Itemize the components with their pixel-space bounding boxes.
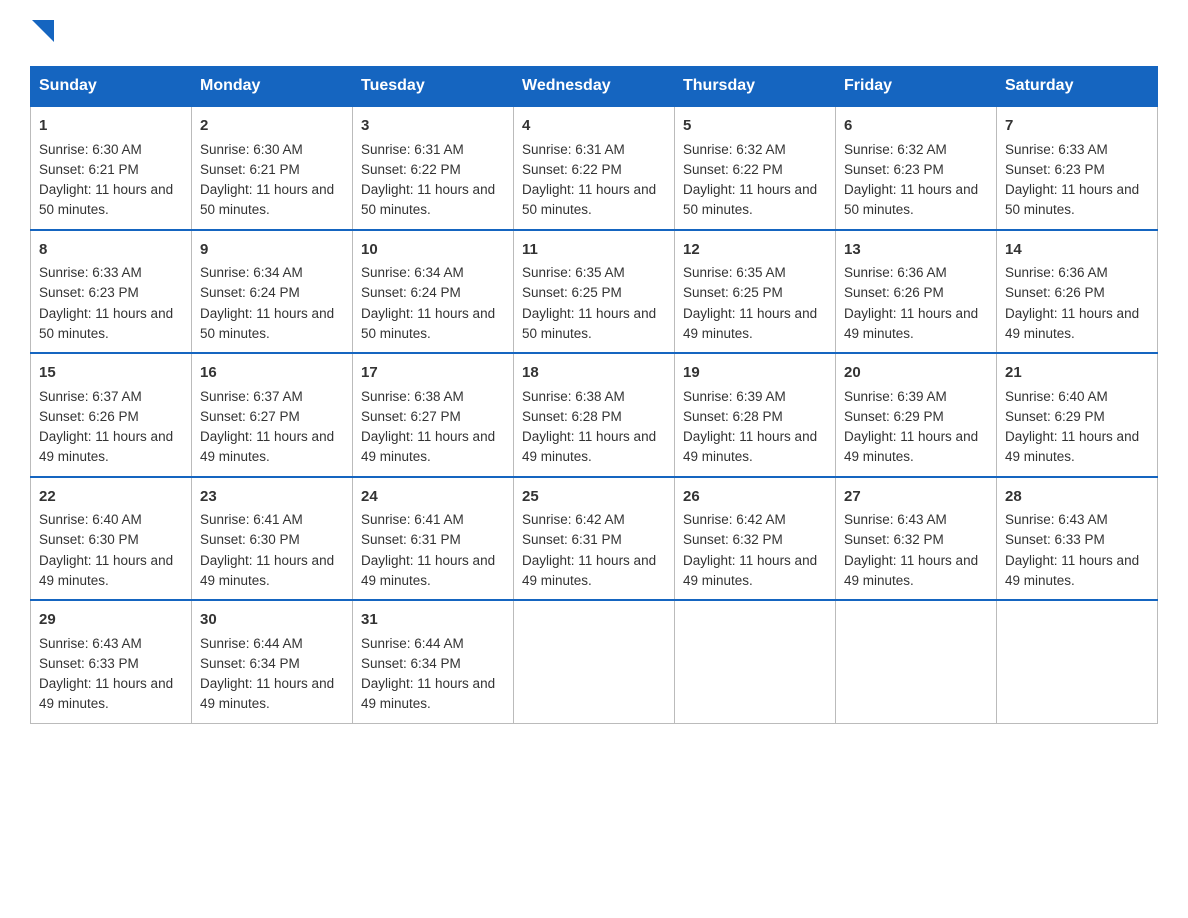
calendar-cell <box>836 600 997 723</box>
calendar-cell: 23Sunrise: 6:41 AMSunset: 6:30 PMDayligh… <box>192 477 353 601</box>
weekday-header-row: SundayMondayTuesdayWednesdayThursdayFrid… <box>31 67 1158 107</box>
day-number: 12 <box>683 239 827 262</box>
day-number: 5 <box>683 115 827 138</box>
calendar-cell: 10Sunrise: 6:34 AMSunset: 6:24 PMDayligh… <box>353 230 514 354</box>
calendar-cell <box>675 600 836 723</box>
calendar-cell: 13Sunrise: 6:36 AMSunset: 6:26 PMDayligh… <box>836 230 997 354</box>
day-number: 17 <box>361 362 505 385</box>
logo-triangle-icon <box>32 20 54 42</box>
calendar-week-row: 22Sunrise: 6:40 AMSunset: 6:30 PMDayligh… <box>31 477 1158 601</box>
day-number: 27 <box>844 486 988 509</box>
day-number: 4 <box>522 115 666 138</box>
day-number: 25 <box>522 486 666 509</box>
day-number: 7 <box>1005 115 1149 138</box>
calendar-cell: 17Sunrise: 6:38 AMSunset: 6:27 PMDayligh… <box>353 353 514 477</box>
header <box>30 20 1158 46</box>
calendar-cell: 5Sunrise: 6:32 AMSunset: 6:22 PMDaylight… <box>675 106 836 230</box>
day-number: 22 <box>39 486 183 509</box>
day-number: 24 <box>361 486 505 509</box>
weekday-header-friday: Friday <box>836 67 997 107</box>
day-number: 8 <box>39 239 183 262</box>
calendar-cell <box>514 600 675 723</box>
calendar-cell: 25Sunrise: 6:42 AMSunset: 6:31 PMDayligh… <box>514 477 675 601</box>
calendar-cell: 2Sunrise: 6:30 AMSunset: 6:21 PMDaylight… <box>192 106 353 230</box>
calendar-cell: 15Sunrise: 6:37 AMSunset: 6:26 PMDayligh… <box>31 353 192 477</box>
day-number: 14 <box>1005 239 1149 262</box>
day-number: 23 <box>200 486 344 509</box>
calendar-cell: 14Sunrise: 6:36 AMSunset: 6:26 PMDayligh… <box>997 230 1158 354</box>
calendar-cell: 21Sunrise: 6:40 AMSunset: 6:29 PMDayligh… <box>997 353 1158 477</box>
day-number: 15 <box>39 362 183 385</box>
weekday-header-saturday: Saturday <box>997 67 1158 107</box>
weekday-header-wednesday: Wednesday <box>514 67 675 107</box>
day-number: 16 <box>200 362 344 385</box>
day-number: 26 <box>683 486 827 509</box>
calendar-cell: 7Sunrise: 6:33 AMSunset: 6:23 PMDaylight… <box>997 106 1158 230</box>
calendar-cell: 9Sunrise: 6:34 AMSunset: 6:24 PMDaylight… <box>192 230 353 354</box>
calendar-body: 1Sunrise: 6:30 AMSunset: 6:21 PMDaylight… <box>31 106 1158 723</box>
day-number: 10 <box>361 239 505 262</box>
day-number: 13 <box>844 239 988 262</box>
day-number: 6 <box>844 115 988 138</box>
day-number: 2 <box>200 115 344 138</box>
day-number: 11 <box>522 239 666 262</box>
calendar-cell: 1Sunrise: 6:30 AMSunset: 6:21 PMDaylight… <box>31 106 192 230</box>
calendar-cell: 24Sunrise: 6:41 AMSunset: 6:31 PMDayligh… <box>353 477 514 601</box>
day-number: 29 <box>39 609 183 632</box>
calendar-cell: 26Sunrise: 6:42 AMSunset: 6:32 PMDayligh… <box>675 477 836 601</box>
calendar-week-row: 29Sunrise: 6:43 AMSunset: 6:33 PMDayligh… <box>31 600 1158 723</box>
calendar-cell: 28Sunrise: 6:43 AMSunset: 6:33 PMDayligh… <box>997 477 1158 601</box>
weekday-header-thursday: Thursday <box>675 67 836 107</box>
calendar-cell: 8Sunrise: 6:33 AMSunset: 6:23 PMDaylight… <box>31 230 192 354</box>
weekday-header-monday: Monday <box>192 67 353 107</box>
day-number: 30 <box>200 609 344 632</box>
day-number: 1 <box>39 115 183 138</box>
calendar-cell: 3Sunrise: 6:31 AMSunset: 6:22 PMDaylight… <box>353 106 514 230</box>
day-number: 19 <box>683 362 827 385</box>
calendar-table: SundayMondayTuesdayWednesdayThursdayFrid… <box>30 66 1158 724</box>
calendar-cell: 30Sunrise: 6:44 AMSunset: 6:34 PMDayligh… <box>192 600 353 723</box>
calendar-cell: 29Sunrise: 6:43 AMSunset: 6:33 PMDayligh… <box>31 600 192 723</box>
calendar-week-row: 8Sunrise: 6:33 AMSunset: 6:23 PMDaylight… <box>31 230 1158 354</box>
calendar-week-row: 1Sunrise: 6:30 AMSunset: 6:21 PMDaylight… <box>31 106 1158 230</box>
calendar-cell: 27Sunrise: 6:43 AMSunset: 6:32 PMDayligh… <box>836 477 997 601</box>
calendar-cell: 20Sunrise: 6:39 AMSunset: 6:29 PMDayligh… <box>836 353 997 477</box>
weekday-header-sunday: Sunday <box>31 67 192 107</box>
logo <box>30 20 54 46</box>
calendar-cell: 19Sunrise: 6:39 AMSunset: 6:28 PMDayligh… <box>675 353 836 477</box>
calendar-week-row: 15Sunrise: 6:37 AMSunset: 6:26 PMDayligh… <box>31 353 1158 477</box>
calendar-cell: 4Sunrise: 6:31 AMSunset: 6:22 PMDaylight… <box>514 106 675 230</box>
day-number: 21 <box>1005 362 1149 385</box>
calendar-cell: 22Sunrise: 6:40 AMSunset: 6:30 PMDayligh… <box>31 477 192 601</box>
day-number: 18 <box>522 362 666 385</box>
calendar-cell <box>997 600 1158 723</box>
calendar-cell: 18Sunrise: 6:38 AMSunset: 6:28 PMDayligh… <box>514 353 675 477</box>
day-number: 9 <box>200 239 344 262</box>
day-number: 20 <box>844 362 988 385</box>
calendar-header: SundayMondayTuesdayWednesdayThursdayFrid… <box>31 67 1158 107</box>
day-number: 31 <box>361 609 505 632</box>
calendar-cell: 16Sunrise: 6:37 AMSunset: 6:27 PMDayligh… <box>192 353 353 477</box>
calendar-cell: 11Sunrise: 6:35 AMSunset: 6:25 PMDayligh… <box>514 230 675 354</box>
calendar-cell: 31Sunrise: 6:44 AMSunset: 6:34 PMDayligh… <box>353 600 514 723</box>
day-number: 3 <box>361 115 505 138</box>
weekday-header-tuesday: Tuesday <box>353 67 514 107</box>
day-number: 28 <box>1005 486 1149 509</box>
calendar-cell: 6Sunrise: 6:32 AMSunset: 6:23 PMDaylight… <box>836 106 997 230</box>
calendar-cell: 12Sunrise: 6:35 AMSunset: 6:25 PMDayligh… <box>675 230 836 354</box>
